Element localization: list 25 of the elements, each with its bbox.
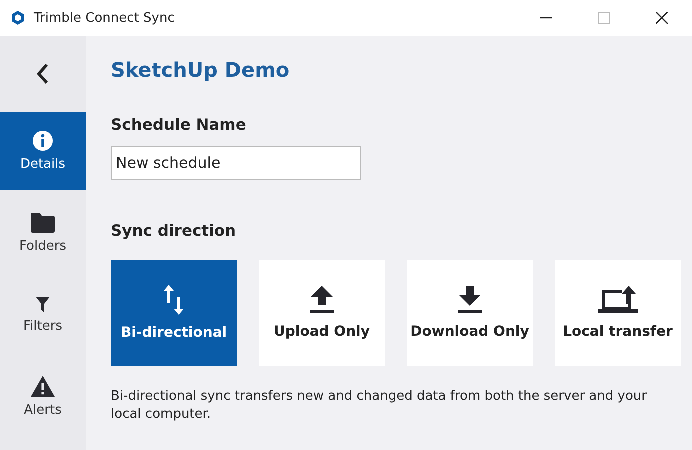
sync-option-card[interactable]: Bi-directional [111,260,237,366]
schedule-name-field[interactable]: New schedule [111,146,361,180]
info-icon [33,130,53,150]
folder-icon [31,212,55,232]
sync-option-card[interactable]: Download Only [407,260,533,366]
sync-option-card[interactable]: Upload Only [259,260,385,366]
upload-icon [310,286,334,314]
filter-icon [36,296,50,312]
sidebar-item[interactable]: Filters [0,276,86,354]
sidebar-item[interactable]: Folders [0,194,86,272]
sidebar-item[interactable]: Details [0,112,86,190]
back-icon[interactable] [36,63,50,85]
sync-description: Bi-directional sync transfers new and changed data from both the server and your local computer. [111,388,648,424]
project-title: SketchUp Demo [111,58,290,82]
close-icon[interactable] [656,12,668,24]
warning-icon [31,376,55,397]
schedule-name-label: Schedule Name [111,116,246,134]
up-down-arrows-icon [163,285,185,315]
download-icon [458,286,482,314]
sync-option-card[interactable]: Local transfer [555,260,681,366]
app-logo-icon [10,10,26,26]
sync-direction-label: Sync direction [111,222,236,240]
window-title: Trimble Connect Sync [34,10,175,26]
sidebar-item[interactable]: Alerts [0,358,86,436]
laptop-upload-icon [598,286,638,314]
